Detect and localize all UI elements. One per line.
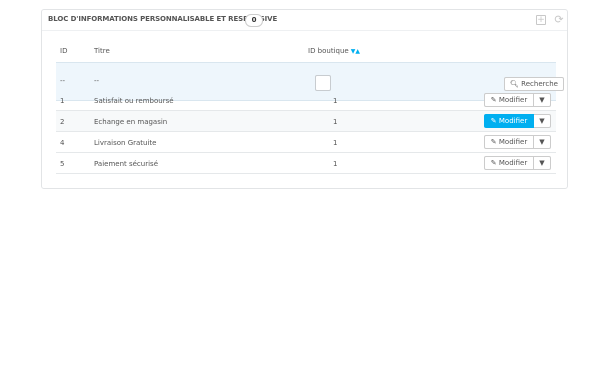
sort-arrows-icon[interactable]: ▼▲ xyxy=(351,48,360,55)
edit-button[interactable]: ✎ Modifier xyxy=(484,93,534,107)
row-title: Livraison Gratuite xyxy=(94,139,157,147)
row-actions-dropdown[interactable]: ▼ xyxy=(534,156,551,170)
table-row[interactable]: 2 Echange en magasin 1 ✎ Modifier ▼ xyxy=(56,111,556,132)
row-shop: 1 xyxy=(333,97,338,105)
table-row[interactable]: 1 Satisfait ou remboursé 1 ✎ Modifier ▼ xyxy=(56,90,556,111)
caret-down-icon: ▼ xyxy=(539,96,545,104)
filter-title: -- xyxy=(94,77,100,85)
add-icon[interactable]: + xyxy=(536,15,546,25)
pencil-icon: ✎ xyxy=(490,117,497,125)
search-icon: 🔍︎ xyxy=(510,80,519,88)
row-title: Echange en magasin xyxy=(94,118,168,126)
edit-button[interactable]: ✎ Modifier xyxy=(484,114,534,128)
row-shop: 1 xyxy=(333,160,338,168)
edit-button[interactable]: ✎ Modifier xyxy=(484,135,534,149)
edit-button[interactable]: ✎ Modifier xyxy=(484,156,534,170)
count-badge: 0 xyxy=(245,14,263,27)
row-actions-dropdown[interactable]: ▼ xyxy=(534,135,551,149)
row-actions-dropdown[interactable]: ▼ xyxy=(534,93,551,107)
row-shop: 1 xyxy=(333,139,338,147)
caret-down-icon: ▼ xyxy=(539,138,545,146)
row-title: Satisfait ou remboursé xyxy=(94,97,174,105)
refresh-icon[interactable]: ⟳ xyxy=(554,14,564,25)
filter-id: -- xyxy=(60,77,66,85)
filter-shop-input[interactable] xyxy=(315,75,331,91)
row-title: Paiement sécurisé xyxy=(94,160,158,168)
pencil-icon: ✎ xyxy=(490,138,497,146)
row-id: 2 xyxy=(60,118,65,126)
row-id: 5 xyxy=(60,160,65,168)
column-header-id[interactable]: ID xyxy=(60,47,67,55)
row-actions-dropdown[interactable]: ▼ xyxy=(534,114,551,128)
column-header-shop[interactable]: ID boutique ▼▲ xyxy=(308,47,360,55)
row-shop: 1 xyxy=(333,118,338,126)
panel-title: BLOC D'INFORMATIONS PERSONNALISABLE ET R… xyxy=(48,15,278,23)
column-header-title[interactable]: Titre xyxy=(94,47,110,55)
table-row[interactable]: 4 Livraison Gratuite 1 ✎ Modifier ▼ xyxy=(56,132,556,153)
pencil-icon: ✎ xyxy=(490,159,497,167)
caret-down-icon: ▼ xyxy=(539,117,545,125)
search-button[interactable]: 🔍︎ Recherche xyxy=(504,77,564,91)
pencil-icon: ✎ xyxy=(490,96,497,104)
info-block-panel: BLOC D'INFORMATIONS PERSONNALISABLE ET R… xyxy=(41,9,568,189)
caret-down-icon: ▼ xyxy=(539,159,545,167)
row-id: 1 xyxy=(60,97,65,105)
row-id: 4 xyxy=(60,139,65,147)
panel-header: BLOC D'INFORMATIONS PERSONNALISABLE ET R… xyxy=(42,10,567,31)
table-row[interactable]: 5 Paiement sécurisé 1 ✎ Modifier ▼ xyxy=(56,153,556,174)
